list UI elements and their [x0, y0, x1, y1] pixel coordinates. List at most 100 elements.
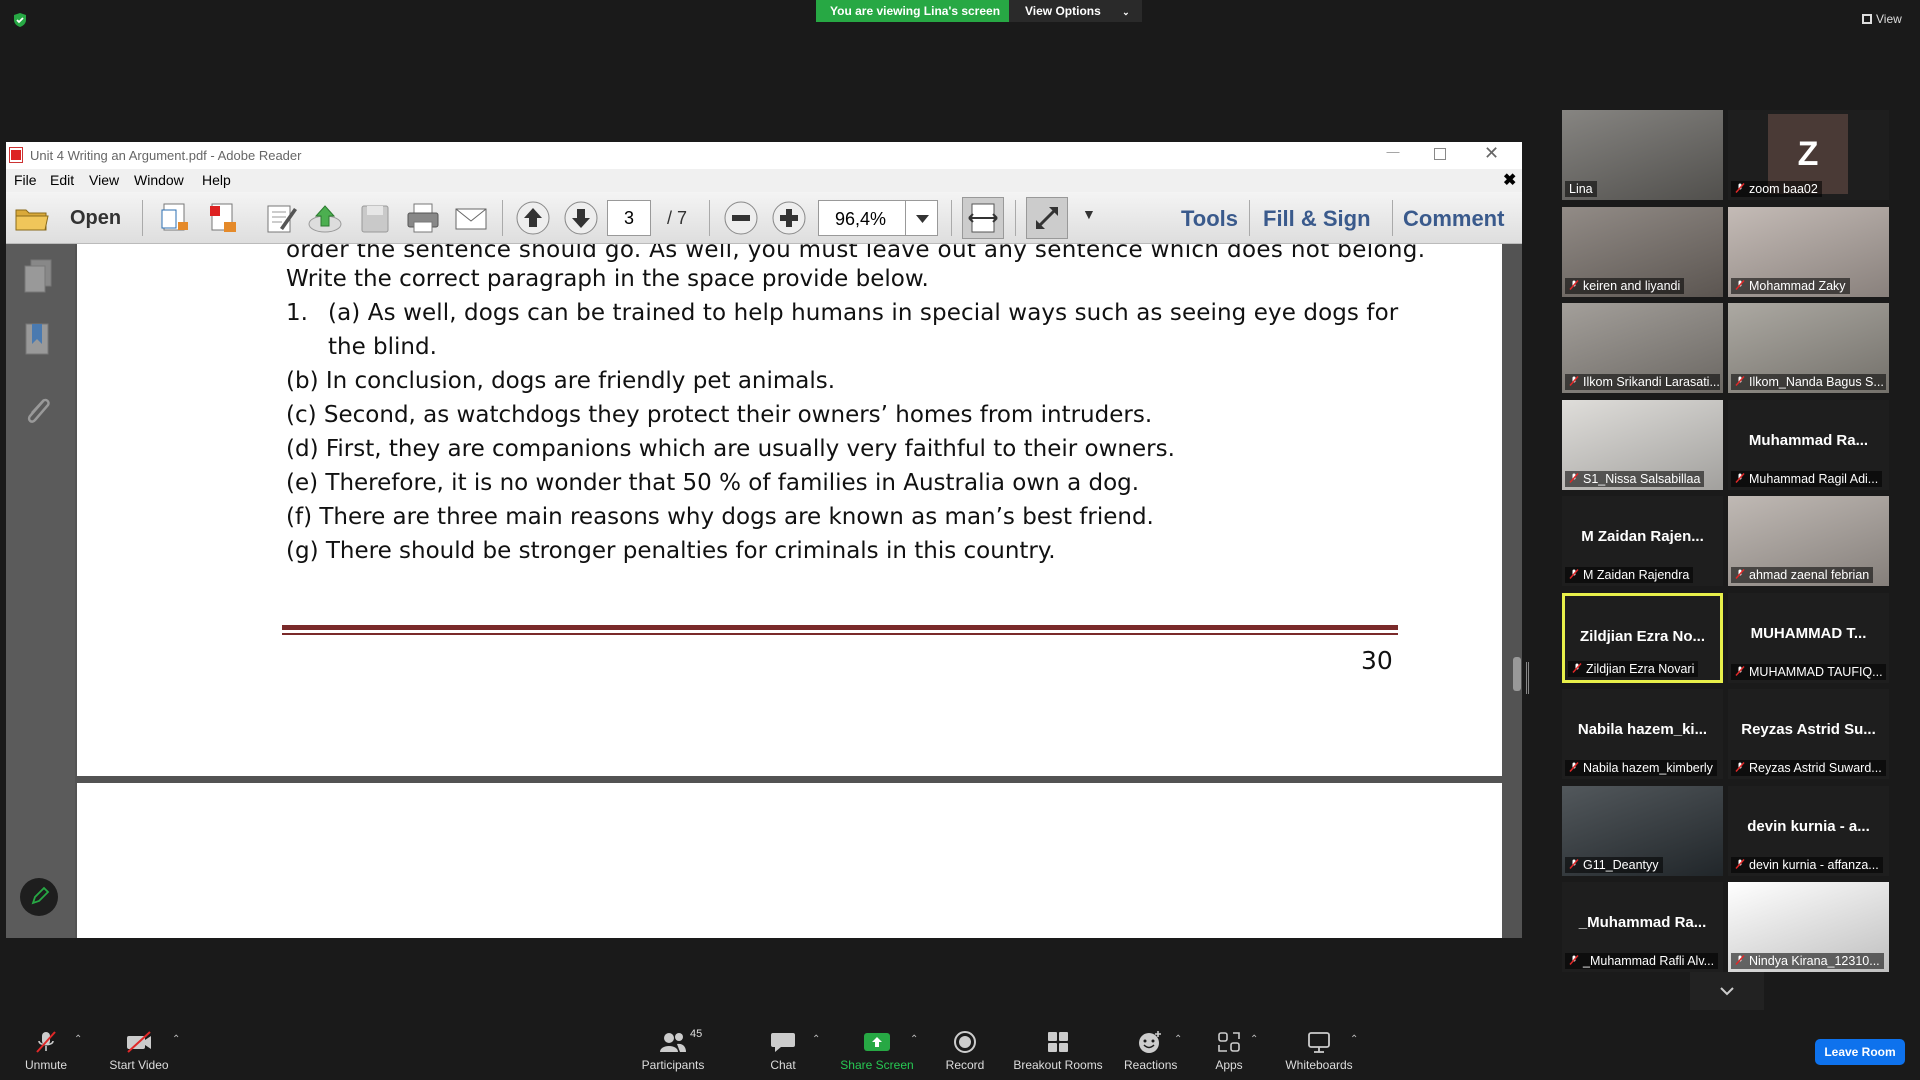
zoom-dropdown-button[interactable] — [905, 201, 938, 235]
restore-button[interactable] — [1434, 148, 1446, 160]
edit-pdf-icon[interactable] — [262, 200, 300, 236]
audio-options-chevron-icon[interactable]: ⌃ — [74, 1034, 82, 1045]
video-options-chevron-icon[interactable]: ⌃ — [172, 1034, 180, 1045]
document-view[interactable]: order the sentence should go. As well, y… — [75, 244, 1522, 938]
participant-tile[interactable]: _Muhammad Ra... _Muhammad Rafli Alv... — [1562, 882, 1723, 972]
participant-name: Reyzas Astrid Suward... — [1749, 761, 1882, 775]
participant-tile[interactable]: keiren and liyandi — [1562, 206, 1723, 297]
start-video-label: Start Video — [109, 1058, 169, 1072]
participant-tile[interactable]: S1_Nissa Salsabillaa — [1562, 399, 1723, 490]
participant-tile[interactable]: Zildjian Ezra No... Zildjian Ezra Novari — [1562, 592, 1723, 683]
unmute-button[interactable]: Unmute — [18, 1030, 74, 1072]
edit-pencil-icon[interactable] — [20, 878, 58, 916]
whiteboard-icon — [1308, 1032, 1330, 1053]
zoom-out-icon[interactable] — [722, 200, 760, 236]
bookmarks-icon[interactable] — [24, 322, 52, 363]
attachments-icon[interactable] — [22, 392, 54, 433]
chevron-down-icon — [916, 215, 929, 223]
chat-options-chevron-icon[interactable]: ⌃ — [812, 1034, 820, 1045]
participant-tile[interactable]: ahmad zaenal febrian — [1728, 496, 1889, 586]
participant-tile[interactable]: Zzoom baa02 — [1728, 110, 1889, 200]
menu-view[interactable]: View — [89, 172, 119, 188]
save-icon[interactable] — [356, 200, 394, 236]
close-window-button[interactable]: ✕ — [1484, 143, 1499, 164]
next-page-icon[interactable] — [562, 200, 600, 236]
doc-line: order the sentence should go. As well, y… — [286, 244, 1426, 263]
page-number-input[interactable]: 3 — [607, 200, 651, 236]
shield-icon[interactable] — [12, 12, 28, 28]
participant-tile[interactable]: Nindya Kirana_12310... — [1728, 882, 1889, 972]
minimize-button[interactable]: — — [1380, 144, 1406, 159]
participant-tile[interactable]: Lina — [1562, 110, 1723, 200]
export-pdf-icon[interactable] — [204, 200, 242, 236]
reactions-button[interactable]: Reactions — [1124, 1030, 1177, 1072]
full-screen-icon[interactable] — [1026, 197, 1068, 239]
mic-muted-icon — [1569, 761, 1579, 772]
camera-off-icon — [127, 1031, 151, 1053]
zoom-in-icon[interactable] — [770, 200, 808, 236]
print-icon[interactable] — [404, 200, 442, 236]
page-thumbnails-icon[interactable] — [22, 258, 54, 299]
chat-button[interactable]: Chat — [760, 1030, 806, 1072]
participants-button[interactable]: 45 Participants — [636, 1028, 710, 1072]
window-title-bar: Unit 4 Writing an Argument.pdf - Adobe R… — [6, 142, 1522, 169]
apps-options-chevron-icon[interactable]: ⌃ — [1250, 1034, 1258, 1045]
menu-edit[interactable]: Edit — [50, 172, 74, 188]
zoom-select[interactable]: 96,4% — [818, 200, 938, 236]
view-button[interactable]: View — [1862, 12, 1902, 26]
gallery-scroll-down-button[interactable] — [1690, 972, 1764, 1010]
participant-tile[interactable]: Nabila hazem_ki... Nabila hazem_kimberly — [1562, 689, 1723, 779]
participant-tile[interactable]: Ilkom Srikandi Larasati... — [1562, 303, 1723, 393]
doc-item-number: 1. — [286, 300, 308, 326]
upload-cloud-icon[interactable] — [306, 200, 344, 236]
scrollbar-thumb[interactable] — [1513, 657, 1521, 691]
participant-tile[interactable]: Ilkom_Nanda Bagus S... — [1728, 303, 1889, 393]
splitter-handle[interactable] — [1526, 662, 1529, 694]
participant-tile[interactable]: MUHAMMAD T... MUHAMMAD TAUFIQ... — [1728, 592, 1889, 683]
participant-tile[interactable]: Mohammad Zaky — [1728, 206, 1889, 297]
previous-page-icon[interactable] — [514, 200, 552, 236]
create-pdf-icon[interactable] — [156, 200, 194, 236]
start-video-button[interactable]: Start Video — [104, 1030, 174, 1072]
participant-name: Nindya Kirana_12310... — [1749, 954, 1880, 968]
doc-item-b: (b) In conclusion, dogs are friendly pet… — [286, 368, 836, 394]
share-options-chevron-icon[interactable]: ⌃ — [910, 1034, 918, 1045]
participant-name-label: Mohammad Zaky — [1731, 277, 1850, 294]
fill-sign-pane-button[interactable]: Fill & Sign — [1263, 206, 1371, 232]
comment-pane-button[interactable]: Comment — [1403, 206, 1504, 232]
participant-tile[interactable]: G11_Deantyy — [1562, 785, 1723, 876]
mic-muted-icon — [1572, 662, 1582, 673]
toolbar-divider — [709, 200, 710, 236]
reactions-options-chevron-icon[interactable]: ⌃ — [1174, 1034, 1182, 1045]
toolbar-menu-chevron-icon[interactable]: ▼ — [1082, 206, 1096, 222]
participant-display-name: Reyzas Astrid Su... — [1741, 721, 1876, 738]
open-button[interactable]: Open — [12, 200, 122, 236]
breakout-rooms-icon — [1048, 1032, 1068, 1052]
participant-tile[interactable]: Muhammad Ra... Muhammad Ragil Adi... — [1728, 399, 1889, 490]
footer-rule-thin — [282, 633, 1398, 635]
apps-button[interactable]: Apps — [1210, 1030, 1248, 1072]
close-document-icon[interactable]: ✖ — [1503, 170, 1516, 190]
smiley-icon — [1139, 1031, 1161, 1053]
record-button[interactable]: Record — [940, 1030, 990, 1072]
fit-width-icon[interactable] — [962, 197, 1004, 239]
view-options-button[interactable]: View Options ⌄ — [1009, 0, 1142, 22]
breakout-rooms-button[interactable]: Breakout Rooms — [1012, 1030, 1104, 1072]
menu-window[interactable]: Window — [134, 172, 184, 188]
toolbar-divider — [502, 200, 503, 236]
leave-room-button[interactable]: Leave Room — [1815, 1039, 1905, 1065]
tools-pane-button[interactable]: Tools — [1181, 206, 1238, 232]
participant-tile[interactable]: M Zaidan Rajen... M Zaidan Rajendra — [1562, 496, 1723, 586]
participant-tile[interactable]: devin kurnia - a... devin kurnia - affanz… — [1728, 785, 1889, 876]
whiteboards-button[interactable]: Whiteboards — [1280, 1030, 1358, 1072]
share-screen-button[interactable]: Share Screen — [836, 1030, 918, 1072]
menu-file[interactable]: File — [14, 172, 37, 188]
toolbar: Open 3 / 7 96,4% ▼ Tools Fill & Sign Com… — [6, 192, 1522, 244]
participant-name: M Zaidan Rajendra — [1583, 568, 1690, 582]
participant-display-name: Nabila hazem_ki... — [1577, 721, 1708, 738]
menu-help[interactable]: Help — [202, 172, 231, 188]
email-icon[interactable] — [452, 200, 490, 236]
participant-tile[interactable]: Reyzas Astrid Su... Reyzas Astrid Suward.… — [1728, 689, 1889, 779]
whiteboards-options-chevron-icon[interactable]: ⌃ — [1350, 1034, 1358, 1045]
page-number: 30 — [1361, 646, 1393, 675]
